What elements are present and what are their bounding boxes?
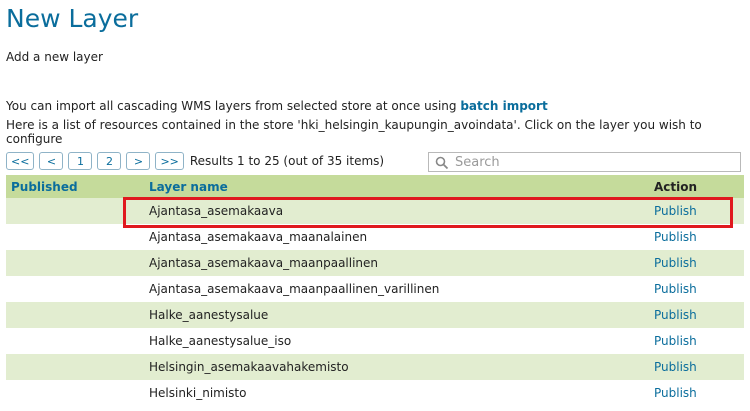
publish-link[interactable]: Publish xyxy=(654,282,697,296)
batch-import-link[interactable]: batch import xyxy=(460,99,547,113)
layer-name-cell: Helsinki_nimisto xyxy=(143,380,647,406)
first-page-button[interactable]: << xyxy=(6,152,35,170)
page-title: New Layer xyxy=(6,4,139,33)
search-icon xyxy=(435,155,449,170)
page-2-button[interactable]: 2 xyxy=(97,152,122,170)
action-column-header: Action xyxy=(647,175,744,198)
prev-page-button[interactable]: < xyxy=(39,152,64,170)
page-1-button[interactable]: 1 xyxy=(68,152,93,170)
layer-name-cell: Ajantasa_asemakaava_maanpaallinen_varill… xyxy=(143,276,647,302)
layer-name-cell: Ajantasa_asemakaava_maanalainen xyxy=(143,224,647,250)
table-row: Halke_aanestysalue Publish xyxy=(6,302,744,328)
layer-name-cell: Ajantasa_asemakaava_maanpaallinen xyxy=(143,250,647,276)
search-input[interactable]: Search xyxy=(428,152,741,172)
table-row: Helsinki_nimisto Publish xyxy=(6,380,744,406)
table-row: Ajantasa_asemakaava Publish xyxy=(6,198,744,224)
publish-link[interactable]: Publish xyxy=(654,308,697,322)
table-row: Ajantasa_asemakaava_maanpaallinen Publis… xyxy=(6,250,744,276)
layers-table: Published Layer name Action Ajantasa_ase… xyxy=(6,175,744,406)
results-count: Results 1 to 25 (out of 35 items) xyxy=(189,154,385,168)
page-subtitle: Add a new layer xyxy=(6,50,103,64)
published-cell xyxy=(6,250,143,276)
import-info: You can import all cascading WMS layers … xyxy=(6,99,548,113)
pagination: << < 1 2 > >> Results 1 to 25 (out of 35… xyxy=(6,152,384,170)
next-page-button[interactable]: > xyxy=(126,152,151,170)
table-row: Halke_aanestysalue_iso Publish xyxy=(6,328,744,354)
layer-name-cell: Halke_aanestysalue_iso xyxy=(143,328,647,354)
search-placeholder: Search xyxy=(455,154,500,170)
last-page-button[interactable]: >> xyxy=(155,152,184,170)
publish-link[interactable]: Publish xyxy=(654,360,697,374)
published-cell xyxy=(6,354,143,380)
layer-name-cell: Halke_aanestysalue xyxy=(143,302,647,328)
published-cell xyxy=(6,328,143,354)
table-header: Published Layer name Action xyxy=(6,175,744,198)
table-row: Ajantasa_asemakaava_maanalainen Publish xyxy=(6,224,744,250)
layer-name-cell: Helsingin_asemakaavahakemisto xyxy=(143,354,647,380)
published-cell xyxy=(6,224,143,250)
published-cell xyxy=(6,276,143,302)
published-cell xyxy=(6,380,143,406)
layer-name-cell: Ajantasa_asemakaava xyxy=(143,198,647,224)
publish-link[interactable]: Publish xyxy=(654,204,697,218)
published-cell xyxy=(6,302,143,328)
publish-link[interactable]: Publish xyxy=(654,334,697,348)
store-info: Here is a list of resources contained in… xyxy=(6,118,702,146)
table-row: Ajantasa_asemakaava_maanpaallinen_varill… xyxy=(6,276,744,302)
import-info-text: You can import all cascading WMS layers … xyxy=(6,99,461,113)
published-column-header[interactable]: Published xyxy=(6,175,143,198)
table-row: Helsingin_asemakaavahakemisto Publish xyxy=(6,354,744,380)
published-cell xyxy=(6,198,143,224)
publish-link[interactable]: Publish xyxy=(654,386,697,400)
publish-link[interactable]: Publish xyxy=(654,256,697,270)
publish-link[interactable]: Publish xyxy=(654,230,697,244)
layer-name-column-header[interactable]: Layer name xyxy=(143,175,647,198)
